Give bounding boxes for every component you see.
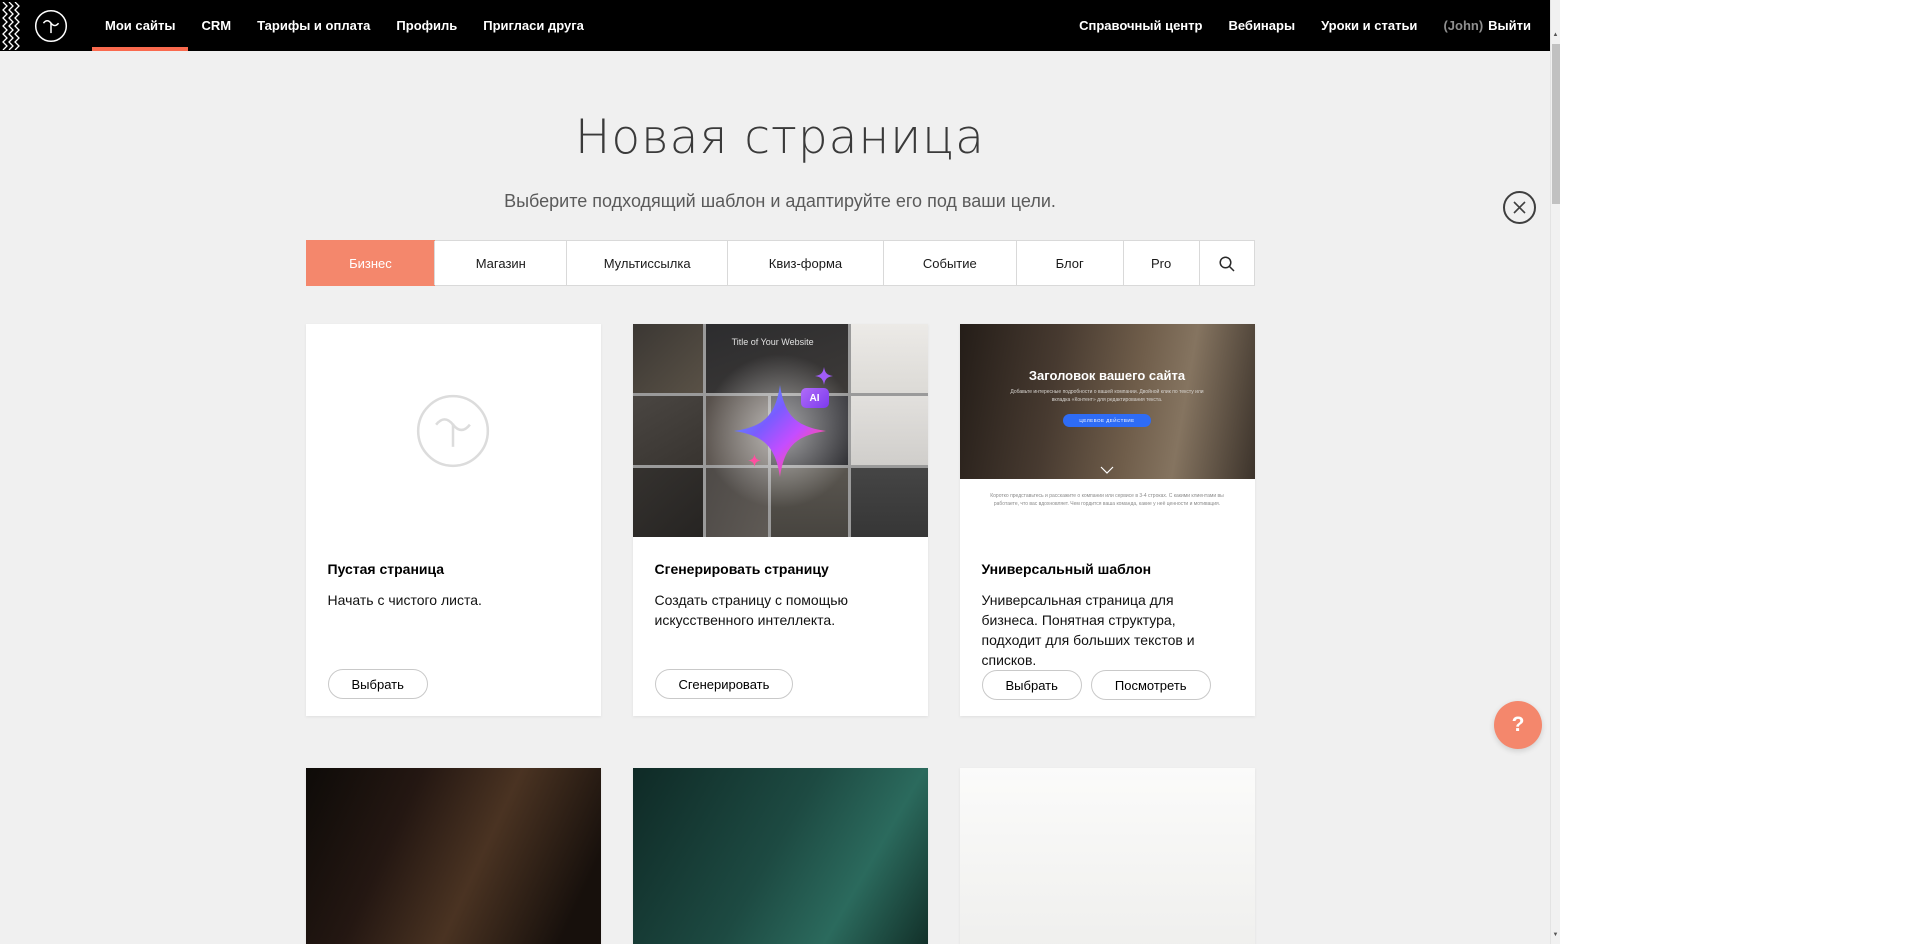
top-navbar: Мои сайты CRM Тарифы и оплата Профиль Пр…: [0, 0, 1560, 51]
tab-event[interactable]: Событие: [883, 241, 1016, 285]
tab-quiz-form[interactable]: Квиз-форма: [727, 241, 883, 285]
nav-profile[interactable]: Профиль: [383, 0, 470, 51]
collage-tile: [706, 468, 768, 537]
generate-button[interactable]: Сгенерировать: [655, 669, 794, 699]
collage-tile: [771, 468, 848, 537]
card-description: Универсальная страница для бизнеса. Поня…: [982, 590, 1233, 670]
preview-subtitle: Добавьте интересные подробности о вашей …: [1001, 389, 1213, 405]
preview-body-text: Коротко представьтесь и расскажите о ком…: [960, 479, 1255, 509]
ai-sparkle-small-icon: [748, 454, 761, 467]
tab-pro[interactable]: Pro: [1123, 241, 1199, 285]
card-body: Универсальный шаблон Универсальная стран…: [960, 537, 1255, 717]
chevron-down-icon: [1100, 466, 1114, 474]
category-tabs: Бизнес Магазин Мультиссылка Квиз-форма С…: [306, 240, 1255, 286]
collage-site-title: Title of Your Website: [703, 337, 842, 347]
view-button[interactable]: Посмотреть: [1091, 670, 1211, 700]
preview-hero: Заголовок вашего сайта Добавьте интересн…: [960, 324, 1255, 479]
vertical-scrollbar[interactable]: ▲ ▼: [1550, 0, 1560, 944]
logout-link[interactable]: (John) Выйти: [1430, 0, 1544, 51]
tilda-dashboard-window: Мои сайты CRM Тарифы и оплата Профиль Пр…: [0, 0, 1560, 944]
tab-multilink[interactable]: Мультиссылка: [566, 241, 727, 285]
ai-sparkle-small-icon: [815, 367, 833, 385]
tilda-logo[interactable]: [34, 9, 68, 43]
logout-label: Выйти: [1488, 18, 1531, 33]
close-icon: [1513, 201, 1526, 214]
page-title: Новая страница: [0, 110, 1560, 165]
template-card: [960, 768, 1255, 944]
nav-webinars[interactable]: Вебинары: [1215, 0, 1308, 51]
select-button[interactable]: Выбрать: [982, 670, 1082, 700]
tab-business[interactable]: Бизнес: [307, 241, 435, 285]
ai-generate-preview[interactable]: Title of Your Website: [633, 324, 928, 537]
main-nav: Мои сайты CRM Тарифы и оплата Профиль Пр…: [92, 0, 597, 51]
card-title: Сгенерировать страницу: [655, 561, 906, 577]
template-card-blank: Пустая страница Начать с чистого листа. …: [306, 324, 601, 716]
tab-blog[interactable]: Блог: [1016, 241, 1123, 285]
new-page-dialog: Новая страница Выберите подходящий шабло…: [0, 110, 1560, 944]
card-actions: Сгенерировать: [655, 669, 906, 699]
template-card: [633, 768, 928, 944]
template-preview[interactable]: [960, 768, 1255, 944]
nav-my-sites[interactable]: Мои сайты: [92, 0, 188, 51]
preview-title: Заголовок вашего сайта: [960, 368, 1255, 383]
card-description: Создать страницу с помощью искусственног…: [655, 590, 906, 630]
close-button[interactable]: [1503, 191, 1536, 224]
template-card: [306, 768, 601, 944]
template-card-universal: Заголовок вашего сайта Добавьте интересн…: [960, 324, 1255, 716]
scroll-down-arrow-icon[interactable]: ▼: [1551, 928, 1560, 942]
collage-tile: [851, 468, 928, 537]
card-body: Пустая страница Начать с чистого листа. …: [306, 537, 601, 716]
tilda-watermark-icon: [415, 393, 491, 469]
nav-lessons[interactable]: Уроки и статьи: [1308, 0, 1430, 51]
scroll-up-arrow-icon[interactable]: ▲: [1551, 28, 1560, 42]
doodle-pattern-icon: [0, 0, 22, 51]
card-body: Сгенерировать страницу Создать страницу …: [633, 537, 928, 716]
template-preview[interactable]: [633, 768, 928, 944]
card-title: Пустая страница: [328, 561, 579, 577]
nav-invite-friend[interactable]: Пригласи друга: [470, 0, 597, 51]
secondary-nav: Справочный центр Вебинары Уроки и статьи…: [1066, 0, 1544, 51]
universal-template-preview[interactable]: Заголовок вашего сайта Добавьте интересн…: [960, 324, 1255, 537]
template-preview[interactable]: [306, 768, 601, 944]
select-button[interactable]: Выбрать: [328, 669, 428, 699]
blank-page-preview[interactable]: [306, 324, 601, 537]
nav-help-center[interactable]: Справочный центр: [1066, 0, 1215, 51]
collage-tile: [633, 324, 704, 393]
card-description: Начать с чистого листа.: [328, 590, 579, 610]
collage-tile: [633, 468, 704, 537]
template-card-ai: Title of Your Website: [633, 324, 928, 716]
collage-tile: [851, 324, 928, 393]
collage-tile: [851, 396, 928, 465]
card-actions: Выбрать: [328, 669, 579, 699]
tab-store[interactable]: Магазин: [434, 241, 566, 285]
page-subtitle: Выберите подходящий шаблон и адаптируйте…: [0, 191, 1560, 212]
help-button[interactable]: ?: [1494, 701, 1542, 749]
nav-crm[interactable]: CRM: [188, 0, 244, 51]
ai-badge: AI: [801, 388, 829, 408]
template-grid: Пустая страница Начать с чистого листа. …: [306, 324, 1255, 944]
card-title: Универсальный шаблон: [982, 561, 1233, 577]
search-icon: [1218, 255, 1235, 272]
card-actions: Выбрать Посмотреть: [982, 670, 1233, 700]
user-name: (John): [1443, 18, 1483, 33]
preview-cta-button: ЦЕЛЕВОЕ ДЕЙСТВИЕ: [1063, 414, 1150, 427]
tab-search[interactable]: [1199, 241, 1254, 285]
nav-tariffs[interactable]: Тарифы и оплата: [244, 0, 383, 51]
collage-tile: [633, 396, 704, 465]
scrollbar-thumb[interactable]: [1552, 44, 1560, 204]
